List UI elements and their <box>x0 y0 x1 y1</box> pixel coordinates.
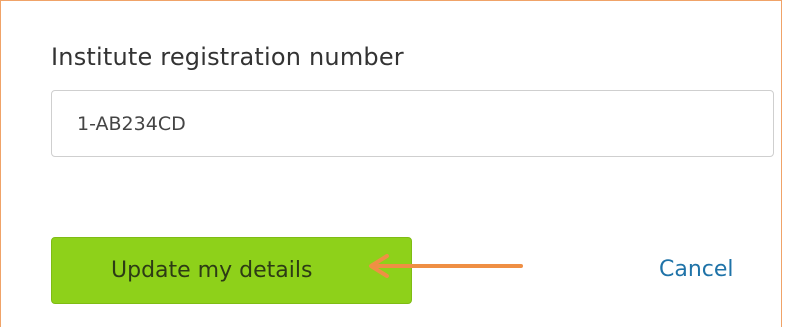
arrow-left-icon <box>369 254 523 278</box>
registration-number-label: Institute registration number <box>51 43 404 71</box>
update-details-button[interactable]: Update my details <box>51 237 412 304</box>
registration-number-input[interactable] <box>51 90 774 157</box>
details-form-panel: Institute registration number Update my … <box>0 0 782 327</box>
cancel-link[interactable]: Cancel <box>659 257 734 282</box>
